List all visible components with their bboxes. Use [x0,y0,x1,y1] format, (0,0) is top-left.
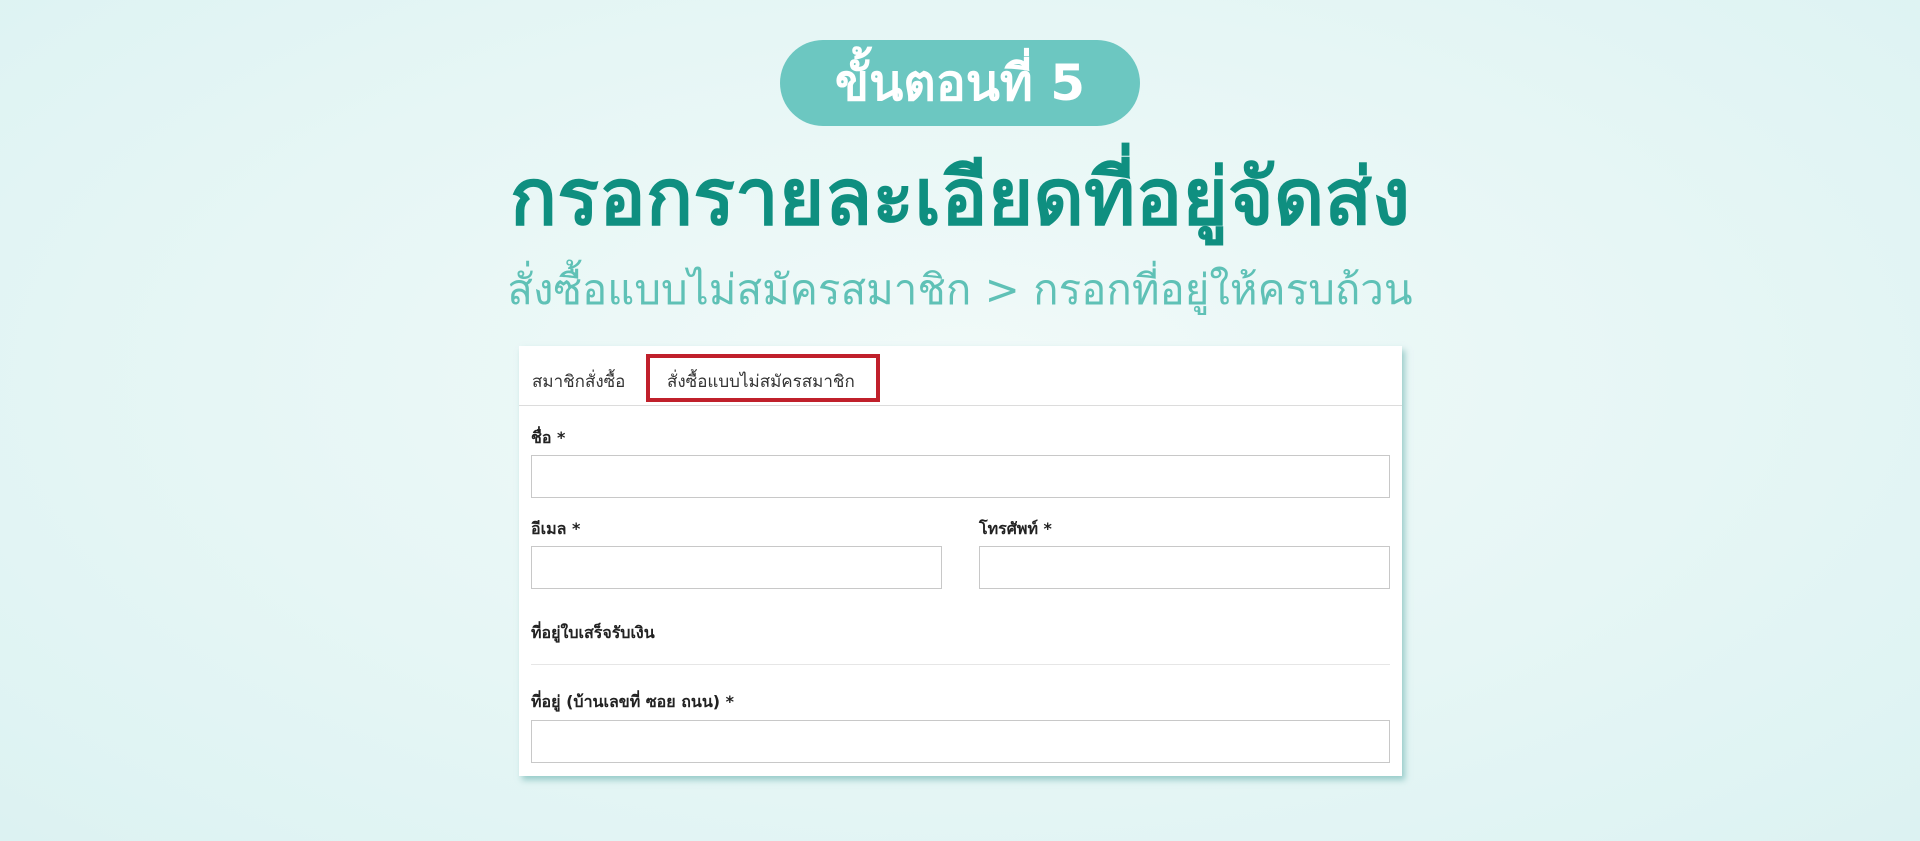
tab-member-order[interactable]: สมาชิกสั่งซื้อ [532,368,625,395]
section-divider [531,664,1390,665]
checkout-tabs: สมาชิกสั่งซื้อ สั่งซื้อแบบไม่สมัครสมาชิก [519,346,1402,406]
phone-label: โทรศัพท์ * [979,519,1052,538]
step-label: ขั้นตอนที่ 5 [834,53,1086,112]
email-input[interactable] [531,546,942,589]
address-label: ที่อยู่ (บ้านเลขที่ ซอย ถนน) * [531,692,735,711]
step-badge: ขั้นตอนที่ 5 [780,40,1140,126]
name-label: ชื่อ * [531,428,566,447]
tab-guest-order[interactable]: สั่งซื้อแบบไม่สมัครสมาชิก [667,368,855,395]
address-input[interactable] [531,720,1390,763]
page-headline: กรอกรายละเอียดที่อยู่จัดส่ง [509,153,1411,243]
email-label: อีเมล * [531,519,581,538]
phone-input[interactable] [979,546,1390,589]
billing-section-title: ที่อยู่ใบเสร็จรับเงิน [531,623,655,642]
page-subline: สั่งซื้อแบบไม่สมัครสมาชิก > กรอกที่อยู่ใ… [507,265,1413,314]
name-input[interactable] [531,455,1390,498]
checkout-form-card: สมาชิกสั่งซื้อ สั่งซื้อแบบไม่สมัครสมาชิก… [519,346,1402,776]
